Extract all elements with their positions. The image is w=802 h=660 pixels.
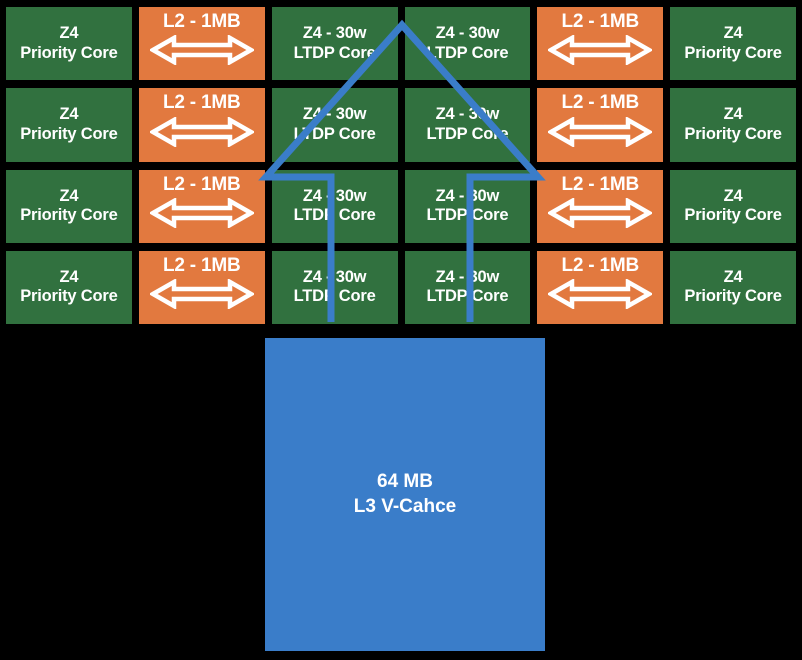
core-label-line-2: Priority Core [20,124,118,143]
l2-cache-block[interactable]: L2 - 1MB [537,88,664,162]
core-label-line-1: Z4 - 30w [302,24,367,43]
core-label-line-1: Z4 [723,24,743,43]
bidirectional-arrow-icon [149,116,254,147]
core-label-line-1: Z4 - 30w [435,105,500,124]
bidirectional-arrow-icon [548,35,653,66]
core-label-line-2: Priority Core [20,43,118,62]
l2-cache-label: L2 - 1MB [162,254,241,276]
core-label-line-1: Z4 - 30w [435,186,500,205]
core-label-line-1: Z4 - 30w [302,105,367,124]
core-label-line-2: LTDP Core [293,43,376,62]
core-label-line-1: Z4 - 30w [302,267,367,286]
l2-cache-label: L2 - 1MB [561,92,640,114]
ltdp-core-block[interactable]: Z4 - 30w LTDP Core [404,250,531,324]
core-label-line-2: LTDP Core [293,124,376,143]
priority-core-block[interactable]: Z4 Priority Core [670,88,796,162]
core-label-line-1: Z4 - 30w [435,24,500,43]
core-label-line-2: LTDP Core [426,43,509,62]
l2-cache-label: L2 - 1MB [162,11,241,32]
priority-core-block[interactable]: Z4 Priority Core [6,169,132,243]
l3-cache-name: L3 V-Cahce [353,495,457,517]
priority-core-block[interactable]: Z4 Priority Core [670,7,796,81]
bidirectional-arrow-icon [149,197,254,228]
ltdp-core-block[interactable]: Z4 - 30w LTDP Core [271,169,398,243]
core-label-line-2: LTDP Core [293,206,376,225]
priority-core-block[interactable]: Z4 Priority Core [670,250,796,324]
core-label-line-2: Priority Core [684,206,782,225]
core-label-line-1: Z4 [59,267,79,286]
l2-cache-block[interactable]: L2 - 1MB [138,88,265,162]
bidirectional-arrow-icon [548,197,653,228]
core-label-line-1: Z4 [723,105,743,124]
core-grid: Z4 Priority Core L2 - 1MB Z4 - 30w LTDP Core… [0,0,802,330]
core-label-line-1: Z4 [59,24,79,43]
l2-cache-label: L2 - 1MB [162,92,241,114]
core-label-line-2: Priority Core [20,206,118,225]
l2-cache-block[interactable]: L2 - 1MB [537,7,664,81]
core-label-line-1: Z4 [723,186,743,205]
core-label-line-1: Z4 [723,267,743,286]
priority-core-block[interactable]: Z4 Priority Core [6,7,132,81]
core-label-line-1: Z4 [59,186,79,205]
bidirectional-arrow-icon [149,279,254,310]
ltdp-core-block[interactable]: Z4 - 30w LTDP Core [271,7,398,81]
l2-cache-label: L2 - 1MB [561,11,640,32]
l3-cache-block[interactable]: 64 MB L3 V-Cahce [265,338,545,651]
ltdp-core-block[interactable]: Z4 - 30w LTDP Core [271,250,398,324]
core-label-line-1: Z4 - 30w [435,267,500,286]
core-label-line-2: Priority Core [684,287,782,306]
l2-cache-block[interactable]: L2 - 1MB [138,250,265,324]
bidirectional-arrow-icon [149,35,254,66]
bidirectional-arrow-icon [548,116,653,147]
l3-cache-capacity: 64 MB [377,470,433,492]
l2-cache-label: L2 - 1MB [162,173,241,195]
l2-cache-block[interactable]: L2 - 1MB [537,169,664,243]
ltdp-core-block[interactable]: Z4 - 30w LTDP Core [271,88,398,162]
l2-cache-block[interactable]: L2 - 1MB [138,7,265,81]
priority-core-block[interactable]: Z4 Priority Core [670,169,796,243]
ltdp-core-block[interactable]: Z4 - 30w LTDP Core [404,169,531,243]
ltdp-core-block[interactable]: Z4 - 30w LTDP Core [404,88,531,162]
core-label-line-2: Priority Core [20,287,118,306]
l2-cache-label: L2 - 1MB [561,254,640,276]
core-label-line-1: Z4 - 30w [302,186,367,205]
ltdp-core-block[interactable]: Z4 - 30w LTDP Core [404,7,531,81]
priority-core-block[interactable]: Z4 Priority Core [6,88,132,162]
core-label-line-2: LTDP Core [426,287,509,306]
core-label-line-1: Z4 [59,105,79,124]
l2-cache-label: L2 - 1MB [561,173,640,195]
core-label-line-2: LTDP Core [426,206,509,225]
bidirectional-arrow-icon [548,279,653,310]
l2-cache-block[interactable]: L2 - 1MB [138,169,265,243]
core-label-line-2: Priority Core [684,43,782,62]
priority-core-block[interactable]: Z4 Priority Core [6,250,132,324]
core-label-line-2: Priority Core [684,124,782,143]
diagram-canvas: Z4 Priority Core L2 - 1MB Z4 - 30w LTDP Core… [0,0,802,660]
l2-cache-block[interactable]: L2 - 1MB [537,250,664,324]
core-label-line-2: LTDP Core [293,287,376,306]
core-label-line-2: LTDP Core [426,124,509,143]
